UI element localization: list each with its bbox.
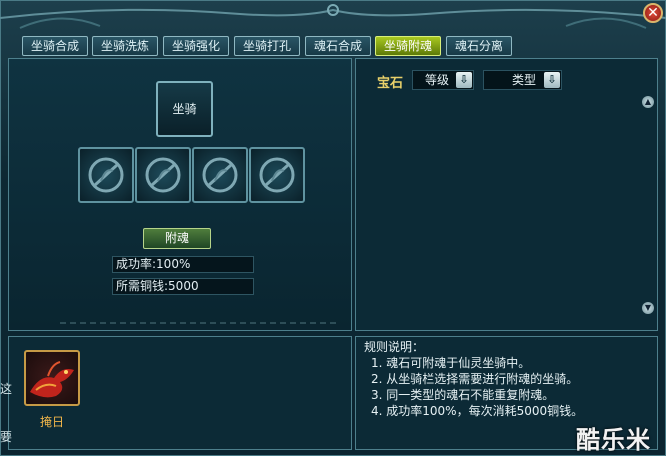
grade-dropdown[interactable]: 等级 ⇩ — [412, 70, 474, 90]
red-dragon-mount-icon — [30, 361, 74, 398]
rule-item: 1. 魂石可附魂于仙灵坐骑中。 — [371, 356, 531, 370]
empty-slot-icon — [259, 157, 295, 193]
mount-name: 掩日 — [40, 415, 65, 429]
rule-item: 2. 从坐骑栏选择需要进行附魂的坐骑。 — [371, 372, 579, 386]
mount-slot[interactable]: 坐骑 — [156, 81, 213, 137]
success-rate: 成功率:100% — [112, 256, 254, 273]
grade-label: 等级 — [425, 73, 450, 87]
gem-title: 宝石 — [377, 76, 404, 91]
attach-button[interactable]: 附魂 — [143, 228, 211, 249]
empty-slot-icon — [88, 157, 124, 193]
rule-item: 4. 成功率100%，每次消耗5000铜钱。 — [371, 404, 584, 418]
tab-mount-soul-attach[interactable]: 坐骑附魂 — [375, 36, 441, 56]
panel-ornament — [60, 322, 340, 324]
tab-soulstone-synthesis[interactable]: 魂石合成 — [305, 36, 371, 56]
scroll-down-button[interactable]: ▼ — [642, 302, 654, 314]
watermark: 酷乐米 — [576, 426, 651, 454]
soul-slot-4[interactable] — [249, 147, 305, 203]
tab-mount-synthesis[interactable]: 坐骑合成 — [22, 36, 88, 56]
empty-slot-icon — [202, 157, 238, 193]
type-label: 类型 — [512, 73, 537, 87]
chevron-down-icon[interactable]: ⇩ — [544, 72, 560, 88]
rule-item: 3. 同一类型的魂石不能重复附魂。 — [371, 388, 555, 402]
scroll-up-button[interactable]: ▲ — [642, 96, 654, 108]
soul-slot-2[interactable] — [135, 147, 191, 203]
gem-list-panel — [355, 58, 658, 331]
mount-item[interactable] — [24, 350, 80, 406]
chevron-down-icon[interactable]: ⇩ — [456, 72, 472, 88]
gem-scrollbar[interactable]: ▲ ▼ — [642, 96, 654, 316]
side-text: 要 — [0, 430, 13, 444]
type-dropdown[interactable]: 类型 ⇩ — [483, 70, 562, 90]
cost-copper: 所需铜钱:5000 — [112, 278, 254, 295]
rules-title: 规则说明： — [364, 340, 425, 354]
top-ornament — [0, 4, 666, 29]
empty-slot-icon — [145, 157, 181, 193]
close-button[interactable]: ✕ — [643, 3, 663, 23]
tab-mount-punch[interactable]: 坐骑打孔 — [234, 36, 300, 56]
tab-mount-refine[interactable]: 坐骑洗炼 — [92, 36, 158, 56]
tab-mount-enhance[interactable]: 坐骑强化 — [163, 36, 229, 56]
tab-soulstone-separate[interactable]: 魂石分离 — [446, 36, 512, 56]
soul-slot-1[interactable] — [78, 147, 134, 203]
soul-slot-3[interactable] — [192, 147, 248, 203]
side-text: 这 — [0, 382, 13, 396]
